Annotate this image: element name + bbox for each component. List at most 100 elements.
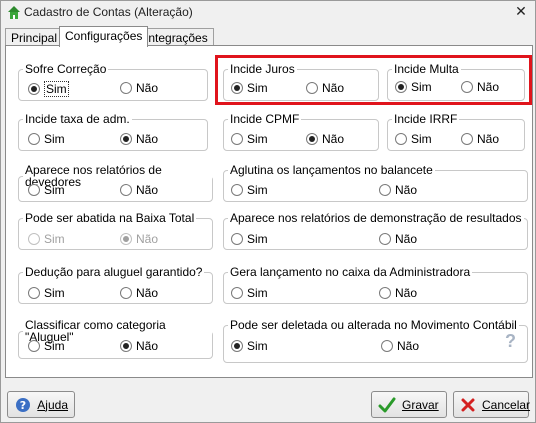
radio-dot: [28, 287, 40, 299]
tab-configuracoes[interactable]: Configurações: [59, 26, 149, 47]
title-bar: Cadastro de Contas (Alteração) ✕: [1, 1, 535, 23]
checkmark-icon: [378, 396, 396, 414]
radio-dot: [231, 233, 243, 245]
radio-label: Sim: [247, 286, 268, 300]
radio-gera-lancamento-caixa-nao[interactable]: Não: [379, 286, 417, 300]
radio-dot: [379, 184, 391, 196]
radio-dot: [28, 233, 40, 245]
close-icon[interactable]: ✕: [513, 4, 529, 20]
radio-label: Não: [395, 232, 418, 246]
dialog-footer: ? Ajuda Gravar Cancelar: [1, 381, 535, 421]
group-title: Incide CPMF: [230, 112, 300, 126]
help-icon: ?: [14, 396, 31, 414]
radio-label: Não: [136, 286, 159, 300]
radio-label: Sim: [44, 339, 65, 353]
radio-dot: [28, 184, 40, 196]
radio-dot: [395, 133, 407, 145]
radio-dot: [28, 83, 40, 95]
x-cancel-icon: [460, 396, 476, 414]
group-aparece-demonstracao: Aparece nos relatórios de demonstração d…: [223, 212, 528, 250]
radio-categoria-aluguel-sim[interactable]: Sim: [28, 339, 65, 353]
radio-label: Não: [136, 339, 159, 353]
radio-label: Sim: [247, 232, 268, 246]
radio-aparece-demonstracao-nao[interactable]: Não: [379, 232, 417, 246]
radio-label: Não: [395, 183, 418, 197]
radio-gera-lancamento-caixa-sim[interactable]: Sim: [231, 286, 268, 300]
radio-aparece-demonstracao-sim[interactable]: Sim: [231, 232, 268, 246]
radio-label: Sim: [44, 81, 69, 97]
radio-label: Sim: [247, 132, 268, 146]
group-title: Aparece nos relatórios de demonstração d…: [230, 211, 522, 225]
ajuda-label: Ajuda: [37, 397, 68, 412]
radio-label: Não: [395, 286, 418, 300]
group-title: Pode ser abatida na Baixa Total: [25, 211, 195, 225]
radio-incide-cpmf-sim[interactable]: Sim: [231, 132, 268, 146]
radio-abatida-baixa-total-sim: Sim: [28, 232, 65, 246]
radio-dot: [28, 340, 40, 352]
radio-dot: [381, 340, 393, 352]
group-aglutina-balancete: Aglutina os lançamentos no balancete: [223, 164, 528, 202]
radio-categoria-aluguel-nao[interactable]: Não: [120, 339, 158, 353]
radio-aglutina-balancete-sim[interactable]: Sim: [231, 183, 268, 197]
radio-dot: [231, 287, 243, 299]
radio-dot: [231, 340, 243, 352]
radio-dot: [120, 287, 132, 299]
radio-dot: [231, 184, 243, 196]
radio-deletada-movimento-nao[interactable]: Não: [381, 339, 419, 353]
radio-dot: [120, 184, 132, 196]
radio-label: Não: [136, 132, 159, 146]
radio-label: Não: [136, 232, 159, 246]
cancelar-button[interactable]: Cancelar: [453, 391, 531, 418]
gravar-button[interactable]: Gravar: [371, 391, 447, 418]
cancelar-label: Cancelar: [482, 397, 531, 412]
radio-label: Não: [136, 81, 159, 95]
radio-label: Sim: [44, 132, 65, 146]
group-title: Sofre Correção: [25, 62, 107, 76]
radio-incide-taxa-adm-sim[interactable]: Sim: [28, 132, 65, 146]
radio-dot: [120, 133, 132, 145]
radio-incide-irrf-sim[interactable]: Sim: [395, 132, 432, 146]
window-title: Cadastro de Contas (Alteração): [24, 5, 193, 19]
radio-label: Não: [397, 339, 420, 353]
radio-deducao-aluguel-sim[interactable]: Sim: [28, 286, 65, 300]
radio-aparece-devedores-sim[interactable]: Sim: [28, 183, 65, 197]
group-title: Pode ser deletada ou alterada no Movimen…: [230, 318, 517, 332]
radio-label: Sim: [44, 232, 65, 246]
radio-deletada-movimento-sim[interactable]: Sim: [231, 339, 268, 353]
radio-dot: [120, 233, 132, 245]
ajuda-button[interactable]: ? Ajuda: [7, 391, 75, 418]
tab-integracoes[interactable]: Integrações: [139, 28, 214, 46]
group-title: Aglutina os lançamentos no balancete: [230, 163, 433, 177]
radio-deducao-aluguel-nao[interactable]: Não: [120, 286, 158, 300]
radio-label: Sim: [411, 132, 432, 146]
radio-dot: [379, 287, 391, 299]
radio-abatida-baixa-total-nao: Não: [120, 232, 158, 246]
radio-aparece-devedores-nao[interactable]: Não: [120, 183, 158, 197]
radio-dot: [306, 133, 318, 145]
highlight-box: [215, 55, 532, 105]
radio-incide-cpmf-nao[interactable]: Não: [306, 132, 344, 146]
radio-label: Sim: [247, 339, 268, 353]
gravar-label: Gravar: [402, 397, 439, 412]
radio-dot: [28, 133, 40, 145]
help-question-icon[interactable]: ?: [505, 331, 516, 352]
house-icon: [6, 4, 22, 20]
tab-principal[interactable]: Principal: [5, 28, 64, 46]
group-gera-lancamento-caixa: Gera lançamento no caixa da Administrado…: [223, 266, 528, 304]
radio-label: Não: [322, 132, 345, 146]
radio-label: Sim: [44, 183, 65, 197]
radio-dot: [231, 133, 243, 145]
radio-sofre-correcao-nao[interactable]: Não: [120, 81, 158, 95]
radio-incide-irrf-nao[interactable]: Não: [461, 132, 499, 146]
radio-label: Não: [136, 183, 159, 197]
radio-aglutina-balancete-nao[interactable]: Não: [379, 183, 417, 197]
radio-dot: [120, 340, 132, 352]
radio-sofre-correcao-sim[interactable]: Sim: [28, 81, 69, 97]
radio-incide-taxa-adm-nao[interactable]: Não: [120, 132, 158, 146]
group-title: Dedução para aluguel garantido?: [25, 265, 203, 279]
dialog-window: Cadastro de Contas (Alteração) ✕ Princip…: [0, 0, 536, 423]
radio-label: Sim: [247, 183, 268, 197]
group-title: Incide IRRF: [394, 112, 458, 126]
radio-dot: [379, 233, 391, 245]
radio-label: Não: [477, 132, 500, 146]
